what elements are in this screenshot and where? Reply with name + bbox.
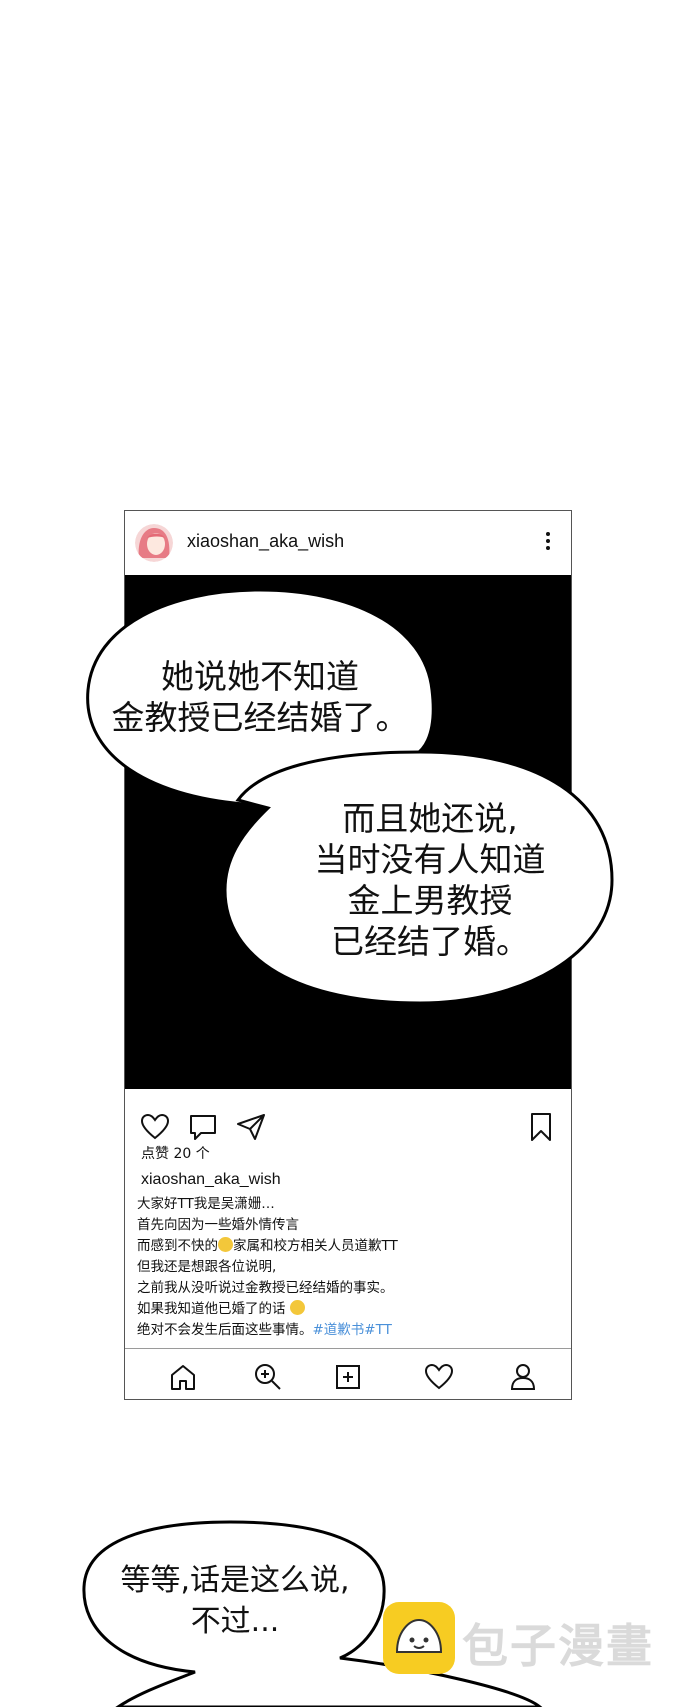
- watermark-logo-icon: [383, 1602, 455, 1674]
- bubble-line: 而且她还说,: [342, 799, 518, 838]
- bubble-line: 她说她不知道: [161, 657, 359, 696]
- bubble-line: 金上男教授: [347, 881, 513, 920]
- bubble-line: 不过...: [190, 1604, 280, 1639]
- bubble-line: 当时没有人知道: [314, 840, 546, 879]
- bubble-line: 等等,话是这么说,: [120, 1563, 350, 1598]
- bubble-line: 金教授已经结婚了。: [111, 698, 409, 737]
- speech-bubble-2-text: 而且她还说, 当时没有人知道 金上男教授 已经结了婚。: [300, 798, 560, 962]
- speech-bubble-1-text: 她说她不知道 金教授已经结婚了。: [100, 656, 420, 738]
- bubble-line: 已经结了婚。: [331, 922, 529, 961]
- watermark-text: 包子漫畫: [462, 1619, 654, 1673]
- speech-bubble-3-text: 等等,话是这么说, 不过...: [100, 1560, 370, 1642]
